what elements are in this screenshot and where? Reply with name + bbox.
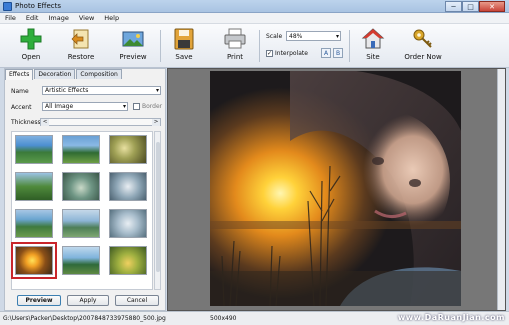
preview-button[interactable]: Preview [113,27,153,65]
thickness-slider[interactable]: < > [40,118,161,126]
thumbnail-scrollbar[interactable] [154,131,161,290]
effect-thumbnail[interactable] [15,209,53,238]
chevron-down-icon: ▾ [335,33,339,40]
toolbar: Open Restore Preview Save Print Scale 48… [0,24,509,68]
accent-select[interactable]: All Image ▾ [42,102,128,111]
site-button[interactable]: Site [353,27,393,65]
cancel-button[interactable]: Cancel [115,295,159,306]
floppy-disk-icon [172,27,196,51]
key-icon [411,27,435,51]
effect-thumbnail[interactable] [109,246,147,275]
checkbox-unchecked-icon [133,103,140,110]
slider-left-arrow-icon[interactable]: < [41,119,49,126]
scale-label: Scale [266,33,283,40]
menu-file[interactable]: File [0,13,21,23]
order-now-button[interactable]: Order Now [399,27,447,65]
effect-thumbnail[interactable] [109,135,147,164]
menu-help[interactable]: Help [99,13,124,23]
toolbar-separator [160,30,161,62]
chevron-down-icon: ▾ [155,87,159,94]
close-button[interactable]: ✕ [479,1,505,12]
tab-composition[interactable]: Composition [76,69,122,79]
effect-name-select[interactable]: Artistic Effects ▾ [42,86,161,95]
tab-effects[interactable]: Effects [5,69,34,80]
apply-button[interactable]: Apply [67,295,109,306]
print-button[interactable]: Print [215,27,255,65]
foreground-shadow [210,271,461,306]
viewer-scrollbar[interactable] [497,69,505,310]
printer-icon [223,27,247,51]
menu-bar: File Edit Image View Help [0,13,509,24]
effect-thumbnail[interactable] [62,246,100,275]
chevron-down-icon: ▾ [122,103,126,110]
effect-thumbnail[interactable] [62,209,100,238]
save-button[interactable]: Save [164,27,204,65]
title-bar: Photo Effects ─ □ ✕ [0,0,509,13]
scrollbar-thumb[interactable] [156,142,160,272]
toolbar-separator [259,30,260,62]
menu-image[interactable]: Image [43,13,73,23]
tab-decoration[interactable]: Decoration [34,69,76,79]
panel-tabs: Effects Decoration Composition [5,69,123,80]
effect-thumbnail[interactable] [62,135,100,164]
border-checkbox[interactable]: Border [133,103,162,110]
effect-thumbnail-grid [11,131,153,290]
interpolate-checkbox[interactable]: ✓ Interpolate [266,50,308,57]
restore-icon [69,27,93,51]
status-bar: G:\Users\Packer\Desktop\2007848733975880… [0,311,509,325]
preview-effect-button[interactable]: Preview [17,295,61,306]
effect-thumbnail[interactable] [15,135,53,164]
restore-button[interactable]: Restore [61,27,101,65]
thickness-label: Thickness [11,119,41,126]
effect-thumbnail-selected[interactable] [11,242,57,279]
menu-edit[interactable]: Edit [21,13,44,23]
eye-shape [372,157,384,165]
eye-shape [409,179,421,187]
photo-canvas[interactable] [210,71,461,306]
watermark-text: www.DaRuanJian.com [397,313,505,322]
effect-thumbnail[interactable] [109,209,147,238]
menu-view[interactable]: View [74,13,99,23]
maximize-button[interactable]: □ [462,1,479,12]
face-shape [326,111,450,251]
effect-thumbnail[interactable] [62,172,100,201]
checkbox-checked-icon: ✓ [266,50,273,57]
minimize-button[interactable]: ─ [445,1,462,12]
bold-b-icon[interactable]: B [333,48,343,58]
name-label: Name [11,88,29,95]
app-icon [3,2,12,11]
effects-panel: Effects Decoration Composition Name Arti… [4,68,166,311]
picture-icon [121,27,145,51]
window-title: Photo Effects [15,2,61,10]
slider-right-arrow-icon[interactable]: > [152,119,160,126]
image-viewer [167,68,506,311]
file-path: G:\Users\Packer\Desktop\2007848733975880… [3,315,166,322]
horizon-line [210,221,461,229]
plus-icon [19,27,43,51]
effect-thumbnail[interactable] [15,172,53,201]
toolbar-separator [349,30,350,62]
effect-thumbnail[interactable] [109,172,147,201]
scale-select[interactable]: 48% ▾ [286,31,341,41]
open-button[interactable]: Open [11,27,51,65]
home-icon [361,27,385,51]
image-dimensions: 500x490 [210,315,237,322]
accent-label: Accent [11,104,32,111]
font-size-icon[interactable]: A [321,48,331,58]
